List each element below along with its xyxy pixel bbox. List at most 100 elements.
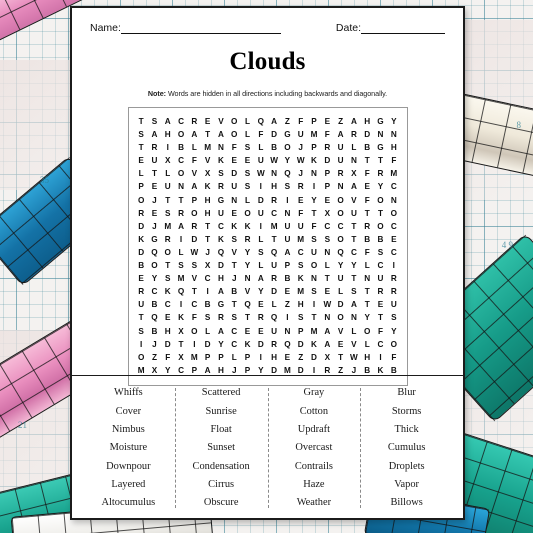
puzzle-cell[interactable]: S <box>347 285 360 298</box>
puzzle-cell[interactable]: O <box>228 128 241 141</box>
puzzle-cell[interactable]: Y <box>374 180 387 193</box>
puzzle-cell[interactable]: E <box>334 338 347 351</box>
puzzle-cell[interactable]: L <box>188 141 201 154</box>
puzzle-cell[interactable]: N <box>347 311 360 324</box>
puzzle-cell[interactable]: F <box>254 128 267 141</box>
puzzle-cell[interactable]: Q <box>267 311 280 324</box>
puzzle-cell[interactable]: H <box>267 180 280 193</box>
puzzle-cell[interactable]: T <box>201 128 214 141</box>
puzzle-cell[interactable]: R <box>188 220 201 233</box>
puzzle-cell[interactable]: J <box>148 338 161 351</box>
puzzle-cell[interactable]: T <box>347 272 360 285</box>
puzzle-cell[interactable]: S <box>374 246 387 259</box>
puzzle-cell[interactable]: Y <box>148 272 161 285</box>
puzzle-cell[interactable]: T <box>228 259 241 272</box>
puzzle-cell[interactable]: S <box>201 311 214 324</box>
puzzle-cell[interactable]: U <box>267 325 280 338</box>
puzzle-cell[interactable]: R <box>374 167 387 180</box>
puzzle-cell[interactable]: P <box>201 351 214 364</box>
word-list-item[interactable]: Overcast <box>268 439 361 457</box>
word-list-item[interactable]: Sunrise <box>175 402 268 420</box>
word-list-item[interactable]: Condensation <box>175 458 268 476</box>
puzzle-cell[interactable]: Y <box>387 325 400 338</box>
word-list-item[interactable]: Vapor <box>360 476 453 494</box>
puzzle-cell[interactable]: E <box>135 272 148 285</box>
puzzle-cell[interactable]: Q <box>148 311 161 324</box>
puzzle-cell[interactable]: Q <box>334 246 347 259</box>
puzzle-cell[interactable]: K <box>201 180 214 193</box>
puzzle-cell[interactable]: A <box>214 128 227 141</box>
puzzle-cell[interactable]: B <box>148 298 161 311</box>
puzzle-cell[interactable]: C <box>188 298 201 311</box>
puzzle-cell[interactable]: N <box>334 180 347 193</box>
puzzle-cell[interactable]: B <box>374 233 387 246</box>
puzzle-cell[interactable]: K <box>161 285 174 298</box>
word-list-item[interactable]: Cumulus <box>360 439 453 457</box>
puzzle-cell[interactable]: N <box>214 141 227 154</box>
puzzle-cell[interactable]: S <box>148 115 161 128</box>
puzzle-cell[interactable]: T <box>361 207 374 220</box>
puzzle-cell[interactable]: J <box>294 167 307 180</box>
puzzle-cell[interactable]: O <box>174 128 187 141</box>
puzzle-cell[interactable]: N <box>241 272 254 285</box>
puzzle-cell[interactable]: K <box>135 233 148 246</box>
puzzle-cell[interactable]: M <box>174 272 187 285</box>
word-list-item[interactable]: Weather <box>268 494 361 512</box>
puzzle-cell[interactable]: K <box>228 220 241 233</box>
puzzle-cell[interactable]: S <box>135 325 148 338</box>
date-input-rule[interactable] <box>361 23 445 34</box>
puzzle-cell[interactable]: F <box>294 207 307 220</box>
puzzle-cell[interactable]: P <box>321 167 334 180</box>
word-list-item[interactable]: Layered <box>82 476 175 494</box>
puzzle-cell[interactable]: A <box>161 115 174 128</box>
puzzle-cell[interactable]: U <box>254 207 267 220</box>
puzzle-cell[interactable]: M <box>307 128 320 141</box>
puzzle-cell[interactable]: G <box>374 115 387 128</box>
puzzle-cell[interactable]: T <box>174 194 187 207</box>
puzzle-cell[interactable]: O <box>361 325 374 338</box>
puzzle-cell[interactable]: T <box>361 154 374 167</box>
puzzle-cell[interactable]: H <box>294 298 307 311</box>
puzzle-cell[interactable]: Q <box>148 246 161 259</box>
puzzle-cell[interactable]: L <box>254 233 267 246</box>
puzzle-cell[interactable]: F <box>161 351 174 364</box>
word-list-item[interactable]: Moisture <box>82 439 175 457</box>
puzzle-cell[interactable]: Q <box>281 167 294 180</box>
puzzle-cell[interactable]: R <box>267 194 280 207</box>
puzzle-cell[interactable]: X <box>321 351 334 364</box>
puzzle-cell[interactable]: R <box>148 141 161 154</box>
puzzle-cell[interactable]: L <box>228 351 241 364</box>
puzzle-cell[interactable]: W <box>188 246 201 259</box>
puzzle-cell[interactable]: A <box>347 180 360 193</box>
puzzle-cell[interactable]: U <box>334 141 347 154</box>
puzzle-cell[interactable]: I <box>281 311 294 324</box>
puzzle-cell[interactable]: O <box>161 246 174 259</box>
puzzle-cell[interactable]: J <box>228 272 241 285</box>
puzzle-cell[interactable]: D <box>161 338 174 351</box>
puzzle-cell[interactable]: D <box>267 128 280 141</box>
puzzle-cell[interactable]: U <box>148 154 161 167</box>
puzzle-cell[interactable]: O <box>334 194 347 207</box>
puzzle-cell[interactable]: H <box>267 351 280 364</box>
word-search-grid-container[interactable]: TSACREVOLQAZFPEZAHGYSAHOATAOLFDGUMFARDNN… <box>127 107 408 386</box>
puzzle-cell[interactable]: X <box>161 154 174 167</box>
puzzle-cell[interactable]: T <box>135 311 148 324</box>
puzzle-cell[interactable]: E <box>361 180 374 193</box>
puzzle-cell[interactable]: C <box>174 154 187 167</box>
puzzle-cell[interactable]: L <box>347 325 360 338</box>
puzzle-cell[interactable]: R <box>161 233 174 246</box>
puzzle-cell[interactable]: O <box>374 220 387 233</box>
puzzle-cell[interactable]: O <box>334 207 347 220</box>
word-list-item[interactable]: Downpour <box>82 458 175 476</box>
puzzle-cell[interactable]: X <box>174 351 187 364</box>
puzzle-cell[interactable]: T <box>307 207 320 220</box>
word-list-item[interactable]: Thick <box>360 421 453 439</box>
puzzle-cell[interactable]: D <box>334 298 347 311</box>
puzzle-cell[interactable]: M <box>161 220 174 233</box>
puzzle-cell[interactable]: T <box>135 141 148 154</box>
puzzle-cell[interactable]: N <box>361 272 374 285</box>
word-list-item[interactable]: Obscure <box>175 494 268 512</box>
puzzle-cell[interactable]: S <box>307 285 320 298</box>
puzzle-cell[interactable]: E <box>387 233 400 246</box>
puzzle-cell[interactable]: V <box>214 115 227 128</box>
